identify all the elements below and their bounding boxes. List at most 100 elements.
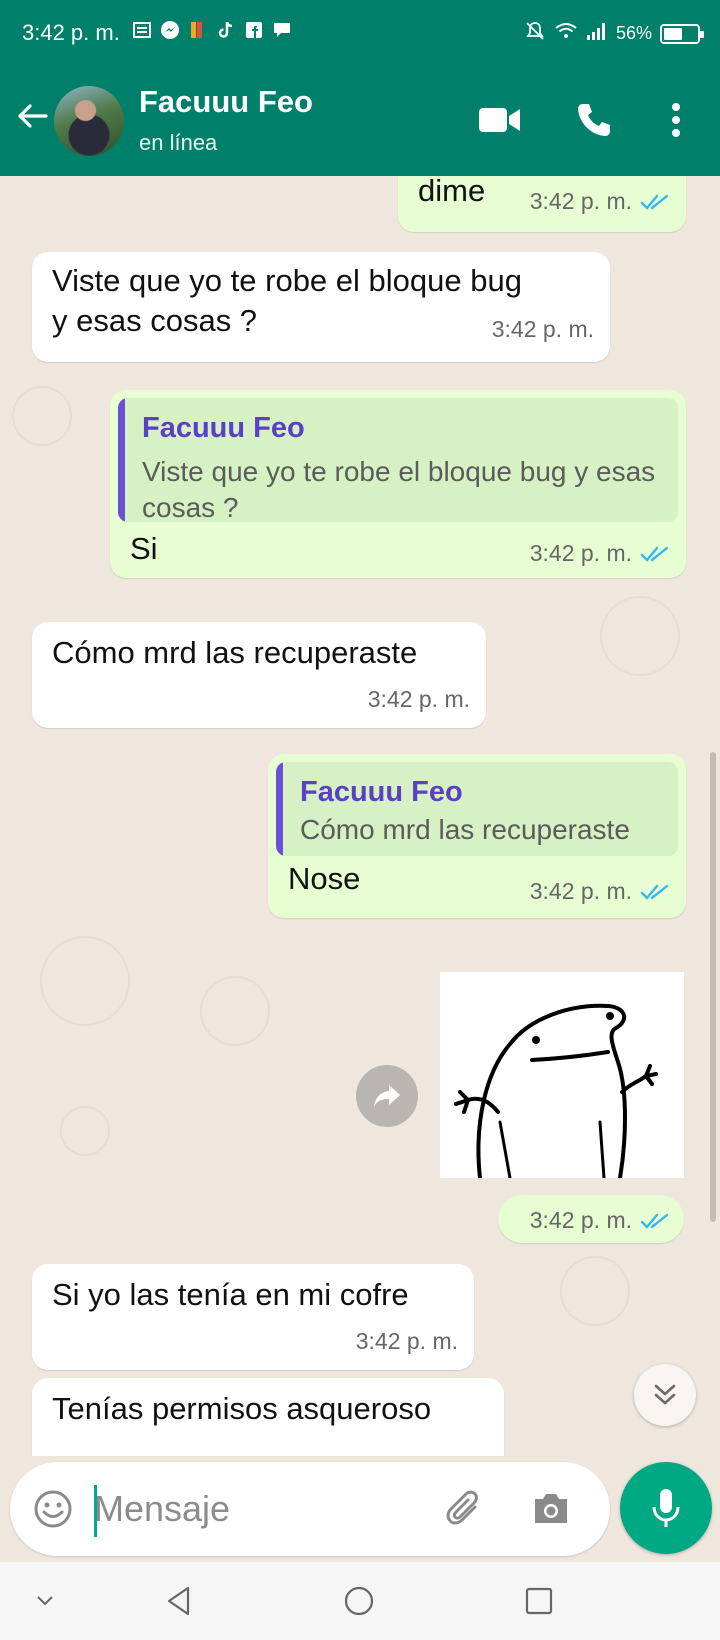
nav-hide-button[interactable]	[20, 1578, 70, 1624]
contact-name[interactable]: Facuuu Feo	[139, 84, 313, 120]
nav-recents-button[interactable]	[514, 1578, 564, 1624]
voice-message-button[interactable]	[620, 1462, 712, 1554]
message-input-box[interactable]	[10, 1462, 610, 1556]
contact-status: en línea	[139, 130, 218, 155]
message-meta: 3:42 p. m.	[530, 188, 670, 215]
emoji-icon	[34, 1490, 72, 1528]
message-text: dime	[418, 176, 486, 208]
more-vertical-icon	[672, 103, 680, 137]
message-meta: 3:42 p. m.	[530, 540, 670, 567]
tiktok-icon	[216, 20, 236, 42]
avatar[interactable]	[54, 86, 124, 156]
quoted-author: Facuuu Feo	[300, 776, 463, 808]
attach-button[interactable]	[438, 1482, 492, 1536]
message-time: 3:42 p. m.	[529, 540, 632, 566]
microphone-icon	[652, 1489, 680, 1527]
message-text-line-1: Viste que yo te robe el bloque bug	[52, 263, 522, 298]
phone-icon	[578, 104, 610, 136]
message-text: Si yo las tenía en mi cofre	[52, 1277, 409, 1312]
wallpaper-doodle	[200, 976, 270, 1046]
status-right: 56%	[524, 20, 704, 47]
double-chevron-down-icon	[654, 1384, 676, 1405]
outgoing-reply-message[interactable]: Facuuu Feo Cómo mrd las recuperaste Nose…	[268, 754, 686, 918]
quoted-text: Viste que yo te robe el bloque bug y esa…	[142, 456, 656, 522]
camera-button[interactable]	[524, 1482, 578, 1536]
forward-button[interactable]	[356, 1065, 418, 1127]
wallpaper-doodle	[600, 596, 680, 676]
news-icon	[132, 20, 152, 42]
signal-icon	[586, 21, 608, 46]
message-input[interactable]	[94, 1480, 424, 1538]
sticker-image[interactable]	[440, 972, 684, 1180]
message-text: Si	[130, 531, 158, 566]
sticker-meta: 3:42 p. m.	[498, 1195, 684, 1243]
more-options-button[interactable]	[652, 96, 700, 144]
chevron-down-icon	[37, 1596, 53, 1606]
square-recents-icon	[525, 1587, 553, 1615]
message-meta: 3:42 p. m.	[530, 878, 670, 905]
quoted-text: Cómo mrd las recuperaste	[300, 814, 630, 845]
video-call-button[interactable]	[476, 96, 524, 144]
triangle-back-icon	[167, 1586, 190, 1616]
paperclip-icon	[446, 1490, 478, 1525]
scrollbar[interactable]	[710, 752, 716, 1222]
incoming-message[interactable]: Cómo mrd las recuperaste 3:42 p. m.	[32, 622, 486, 728]
messenger-icon	[160, 20, 180, 42]
chat-header: Facuuu Feo en línea	[0, 66, 720, 176]
notification-icons	[132, 20, 292, 42]
video-camera-icon	[479, 108, 520, 132]
wallpaper-doodle	[12, 386, 72, 446]
incoming-message[interactable]: Tenías permisos asqueroso	[32, 1378, 504, 1456]
nav-home-button[interactable]	[334, 1578, 384, 1624]
chat-area[interactable]: dime 3:42 p. m. Viste que yo te robe el …	[0, 176, 720, 1456]
message-time: 3:42 p. m.	[529, 878, 632, 904]
message-text-line-2: y esas cosas ?	[52, 303, 258, 338]
battery-icon	[660, 23, 704, 44]
incoming-message[interactable]: Viste que yo te robe el bloque bug y esa…	[32, 252, 610, 362]
quoted-author: Facuuu Feo	[142, 412, 305, 444]
message-meta: 3:42 p. m.	[530, 1207, 670, 1234]
message-meta: 3:42 p. m.	[368, 686, 470, 713]
scroll-to-bottom-button[interactable]	[634, 1364, 696, 1426]
message-text: Cómo mrd las recuperaste	[52, 635, 418, 670]
flork-shrug-sticker	[454, 1003, 658, 1180]
quoted-message[interactable]: Facuuu Feo Cómo mrd las recuperaste	[276, 762, 678, 856]
battery-percent: 56%	[615, 23, 652, 43]
message-time: 3:42 p. m.	[491, 316, 594, 342]
chat-icon	[272, 20, 292, 42]
read-ticks-icon	[640, 546, 669, 562]
message-meta: 3:42 p. m.	[356, 1328, 458, 1355]
circle-home-icon	[344, 1586, 374, 1616]
wallpaper-doodle	[560, 1256, 630, 1326]
read-ticks-icon	[640, 1213, 669, 1229]
forward-arrow-icon	[374, 1085, 400, 1107]
composer	[0, 1456, 720, 1562]
message-time: 3:42 p. m.	[367, 686, 470, 712]
message-time: 3:42 p. m.	[529, 188, 632, 214]
app-icon	[188, 20, 208, 42]
emoji-button[interactable]	[26, 1482, 80, 1536]
quoted-message[interactable]: Facuuu Feo Viste que yo te robe el bloqu…	[118, 398, 678, 522]
wallpaper-doodle	[40, 936, 130, 1026]
mute-icon	[524, 20, 546, 47]
read-ticks-icon	[640, 884, 669, 900]
facebook-icon	[244, 20, 264, 42]
message-text: Tenías permisos asqueroso	[52, 1391, 432, 1426]
nav-back-button[interactable]	[154, 1578, 204, 1624]
back-arrow-icon[interactable]	[14, 98, 50, 134]
battery-fill	[664, 27, 682, 40]
wallpaper-doodle	[60, 1106, 110, 1156]
outgoing-reply-message[interactable]: Facuuu Feo Viste que yo te robe el bloqu…	[110, 390, 686, 578]
wifi-icon	[554, 21, 578, 46]
outgoing-message[interactable]: dime 3:42 p. m.	[398, 176, 686, 232]
voice-call-button[interactable]	[570, 96, 618, 144]
system-nav-bar	[0, 1562, 720, 1640]
incoming-message[interactable]: Si yo las tenía en mi cofre 3:42 p. m.	[32, 1264, 474, 1370]
status-time: 3:42 p. m.	[22, 20, 120, 45]
message-time: 3:42 p. m.	[529, 1207, 632, 1233]
message-meta: 3:42 p. m.	[492, 316, 594, 343]
read-ticks-icon	[640, 194, 669, 210]
message-text: Nose	[288, 861, 361, 896]
message-time: 3:42 p. m.	[355, 1328, 458, 1354]
camera-icon	[535, 1494, 567, 1523]
